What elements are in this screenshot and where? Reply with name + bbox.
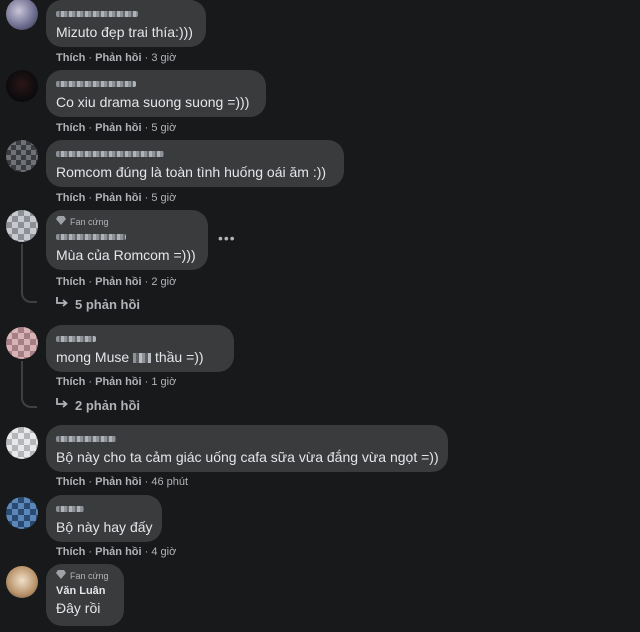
commenter-name[interactable]: Văn Luân [56, 585, 114, 598]
comment-text: mong Muse thầu =)) [56, 349, 204, 365]
comment-actions: Thích · Phản hồi · 4 giờ [56, 546, 177, 558]
comment-text: Romcom đúng là toàn tình huống oái ăm :)… [56, 164, 327, 180]
comment-time[interactable]: 5 giờ [151, 192, 176, 204]
comment-actions: Thích · Phản hồi · 3 giờ [56, 52, 177, 64]
comment-actions: Thích · Phản hồi · 5 giờ [56, 122, 177, 134]
reply-arrow-icon [55, 297, 69, 312]
like-link[interactable]: Thích [56, 192, 85, 204]
comment-actions: Thích · Phản hồi · 46 phút [56, 476, 189, 488]
commenter-name[interactable] [56, 432, 438, 445]
comment-text: Mùa của Romcom =))) [56, 247, 196, 263]
comment-actions: Thích · Phản hồi · 5 giờ [56, 192, 177, 204]
like-link[interactable]: Thích [56, 52, 85, 64]
commenter-name[interactable] [56, 7, 196, 20]
comment-bubble: Romcom đúng là toàn tình huống oái ăm :)… [46, 140, 344, 187]
avatar[interactable] [6, 70, 38, 102]
reply-link[interactable]: Phản hồi [95, 52, 141, 64]
fan-badge[interactable]: Fan cứng [56, 570, 114, 582]
reply-link[interactable]: Phản hồi [95, 546, 141, 558]
reply-arrow-icon [55, 398, 69, 413]
comment-time[interactable]: 1 giờ [151, 376, 176, 388]
reply-link[interactable]: Phản hồi [95, 122, 141, 134]
diamond-icon [56, 570, 66, 582]
commenter-name[interactable] [56, 147, 334, 160]
like-link[interactable]: Thích [56, 276, 85, 288]
like-link[interactable]: Thích [56, 376, 85, 388]
avatar[interactable] [6, 497, 38, 529]
avatar[interactable] [6, 0, 38, 30]
comment-bubble: Bộ này hay đấy [46, 495, 162, 542]
comment-time[interactable]: 4 giờ [151, 546, 176, 558]
like-link[interactable]: Thích [56, 122, 85, 134]
view-replies-button[interactable]: 5 phản hồi [55, 297, 140, 312]
thread-line [21, 361, 37, 408]
comment-bubble: mong Muse thầu =)) [46, 325, 234, 372]
commenter-name[interactable] [56, 77, 256, 90]
like-link[interactable]: Thích [56, 546, 85, 558]
comment-text: Đây rồi [56, 600, 101, 616]
comment-text: Co xiu drama suong suong =))) [56, 94, 250, 110]
avatar[interactable] [6, 427, 38, 459]
comment-time[interactable]: 2 giờ [151, 276, 176, 288]
avatar[interactable] [6, 210, 38, 242]
commenter-name[interactable] [56, 502, 152, 515]
comment-text: Mizuto đẹp trai thía:))) [56, 24, 193, 40]
more-options-icon[interactable]: ••• [218, 230, 236, 246]
comment-text: Bộ này cho ta cảm giác uống cafa sữa vừa… [56, 449, 439, 465]
avatar[interactable] [6, 327, 38, 359]
reply-link[interactable]: Phản hồi [95, 376, 141, 388]
reply-link[interactable]: Phản hồi [95, 476, 141, 488]
comment-bubble: Co xiu drama suong suong =))) [46, 70, 266, 117]
comment-bubble: Fan cứng Mùa của Romcom =))) [46, 210, 208, 270]
avatar[interactable] [6, 140, 38, 172]
commenter-name[interactable] [56, 230, 198, 243]
comment-time[interactable]: 3 giờ [151, 52, 176, 64]
view-replies-button[interactable]: 2 phản hồi [55, 398, 140, 413]
fan-badge[interactable]: Fan cứng [56, 216, 198, 228]
comment-bubble: Fan cứng Văn Luân Đây rồi [46, 564, 124, 626]
avatar[interactable] [6, 566, 38, 598]
censored-word [133, 353, 152, 364]
diamond-icon [56, 216, 66, 228]
comment-time[interactable]: 5 giờ [151, 122, 176, 134]
thread-line [21, 244, 37, 303]
reply-link[interactable]: Phản hồi [95, 192, 141, 204]
comment-actions: Thích · Phản hồi · 2 giờ [56, 276, 177, 288]
commenter-name[interactable] [56, 332, 224, 345]
comment-actions: Thích · Phản hồi · 1 giờ [56, 376, 177, 388]
comment-time[interactable]: 46 phút [151, 476, 188, 488]
comment-bubble: Mizuto đẹp trai thía:))) [46, 0, 206, 47]
comment-bubble: Bộ này cho ta cảm giác uống cafa sữa vừa… [46, 425, 448, 472]
comment-text: Bộ này hay đấy [56, 519, 153, 535]
reply-link[interactable]: Phản hồi [95, 276, 141, 288]
like-link[interactable]: Thích [56, 476, 85, 488]
